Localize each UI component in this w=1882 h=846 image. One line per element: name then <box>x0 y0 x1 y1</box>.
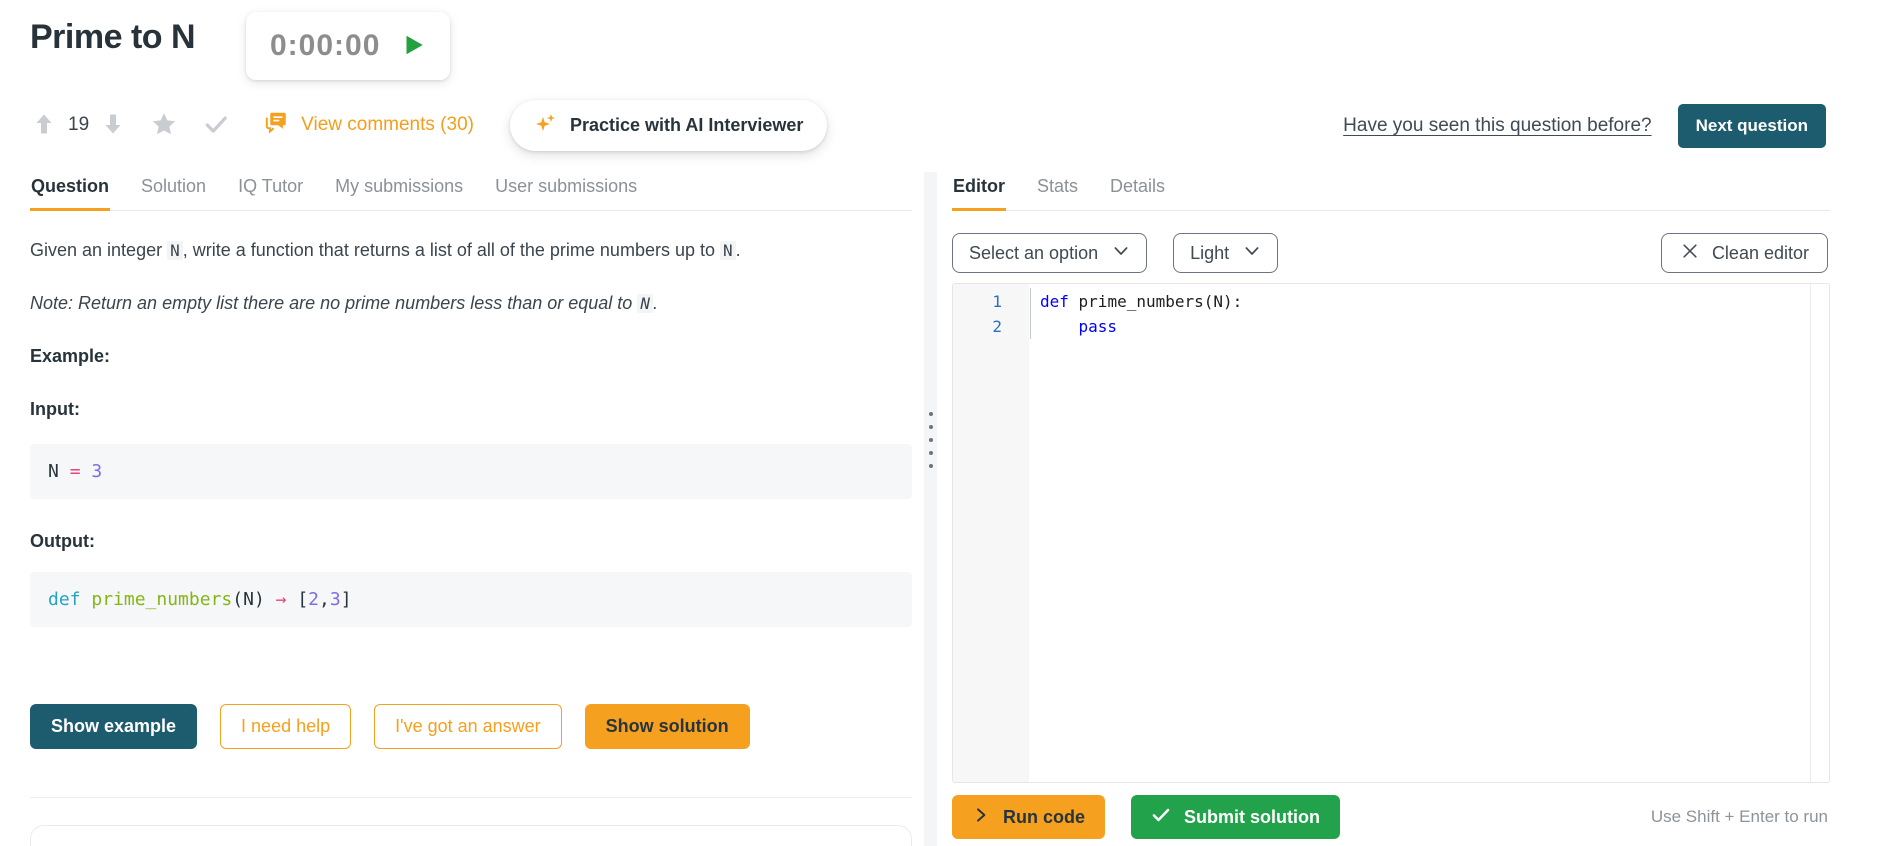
question-panel: Question Solution IQ Tutor My submission… <box>30 170 912 846</box>
left-panel-divider <box>30 797 912 798</box>
got-answer-button[interactable]: I've got an answer <box>374 704 562 749</box>
vote-count: 19 <box>68 114 89 136</box>
submit-solution-label: Submit solution <box>1184 807 1320 828</box>
output-code-block: def prime_numbers(N) → [2,3] <box>30 572 912 627</box>
star-icon <box>151 111 177 140</box>
question-practice-page: Prime to N 0:00:00 19 <box>0 0 1882 846</box>
editor-gutter <box>953 284 1029 782</box>
tab-stats[interactable]: Stats <box>1036 170 1079 210</box>
tab-user-submissions[interactable]: User submissions <box>494 170 638 210</box>
language-select-value: Select an option <box>969 243 1098 264</box>
theme-select[interactable]: Light <box>1173 233 1278 273</box>
tab-solution[interactable]: Solution <box>140 170 207 210</box>
check-icon <box>1151 805 1171 830</box>
close-icon <box>1680 241 1700 266</box>
favorite-star-button[interactable] <box>151 111 177 140</box>
mark-done-button[interactable] <box>203 111 229 140</box>
input-label: Input: <box>30 396 912 423</box>
line-number: 2 <box>953 314 1029 339</box>
tab-details[interactable]: Details <box>1109 170 1166 210</box>
run-code-label: Run code <box>1003 807 1085 828</box>
check-icon <box>203 111 229 140</box>
editor-scrollbar[interactable] <box>1810 284 1811 782</box>
inline-code-n: N <box>167 241 183 260</box>
input-code-block: N = 3 <box>30 444 912 499</box>
timer-value: 0:00:00 <box>270 29 380 63</box>
chevron-right-icon <box>972 806 990 829</box>
tab-my-submissions[interactable]: My submissions <box>334 170 464 210</box>
editor-panel: Editor Stats Details Select an option Li… <box>952 170 1830 839</box>
inline-code-n: N <box>637 294 653 313</box>
clean-editor-button[interactable]: Clean editor <box>1661 233 1828 273</box>
upvote-button[interactable] <box>32 112 56 139</box>
shortcut-hint: Use Shift + Enter to run <box>1651 807 1828 827</box>
editor-footer: Run code Submit solution Use Shift + Ent… <box>952 795 1830 839</box>
up-arrow-icon <box>32 112 56 139</box>
inline-code-n: N <box>720 241 736 260</box>
tab-iq-tutor[interactable]: IQ Tutor <box>237 170 304 210</box>
code-line-2: pass <box>1029 314 1117 339</box>
header-right: Have you seen this question before? Next… <box>1343 104 1826 148</box>
question-note: Note: Return an empty list there are no … <box>30 290 912 317</box>
chevron-down-icon <box>1112 242 1130 265</box>
language-select[interactable]: Select an option <box>952 233 1147 273</box>
theme-select-value: Light <box>1190 243 1229 264</box>
editor-toolbar: Select an option Light Clean editor <box>952 233 1830 273</box>
ai-interviewer-label: Practice with AI Interviewer <box>570 115 803 136</box>
question-panel-tabs: Question Solution IQ Tutor My submission… <box>30 170 912 211</box>
tab-editor[interactable]: Editor <box>952 170 1006 211</box>
play-icon <box>400 32 426 61</box>
clean-editor-label: Clean editor <box>1712 243 1809 264</box>
next-question-button[interactable]: Next question <box>1678 104 1826 148</box>
editor-panel-tabs: Editor Stats Details <box>952 170 1830 211</box>
view-comments-link[interactable]: View comments (30) <box>263 109 474 141</box>
editor-line: 1 def prime_numbers(N): <box>953 289 1829 314</box>
output-label: Output: <box>30 528 912 555</box>
bottom-card <box>30 825 912 846</box>
view-comments-label: View comments (30) <box>301 114 474 136</box>
downvote-button[interactable] <box>101 112 125 139</box>
page-title: Prime to N <box>30 18 195 57</box>
line-number: 1 <box>953 289 1029 314</box>
ai-interviewer-button[interactable]: Practice with AI Interviewer <box>510 100 827 151</box>
question-buttons-row: Show example I need help I've got an ans… <box>30 704 912 749</box>
run-code-button[interactable]: Run code <box>952 795 1105 839</box>
sparkles-icon <box>534 111 558 140</box>
need-help-button[interactable]: I need help <box>220 704 351 749</box>
editor-line: 2 pass <box>953 314 1829 339</box>
show-solution-button[interactable]: Show solution <box>585 704 750 749</box>
panel-resize-handle[interactable] <box>924 172 937 846</box>
drag-dots-icon <box>924 412 937 468</box>
down-arrow-icon <box>101 112 125 139</box>
chevron-down-icon <box>1243 242 1261 265</box>
seen-before-link[interactable]: Have you seen this question before? <box>1343 115 1651 137</box>
code-editor[interactable]: 1 def prime_numbers(N): 2 pass <box>952 283 1830 783</box>
timer-play-button[interactable] <box>400 32 426 61</box>
example-label: Example: <box>30 343 912 370</box>
tab-question[interactable]: Question <box>30 170 110 211</box>
question-text: Given an integer N, write a function tha… <box>30 237 912 264</box>
submit-solution-button[interactable]: Submit solution <box>1131 795 1340 839</box>
show-example-button[interactable]: Show example <box>30 704 197 749</box>
comment-icon <box>263 109 289 141</box>
editor-lines: 1 def prime_numbers(N): 2 pass <box>953 284 1829 339</box>
timer-card: 0:00:00 <box>246 12 450 80</box>
question-action-row: 19 View commen <box>32 102 827 148</box>
code-line-1: def prime_numbers(N): <box>1029 289 1242 314</box>
